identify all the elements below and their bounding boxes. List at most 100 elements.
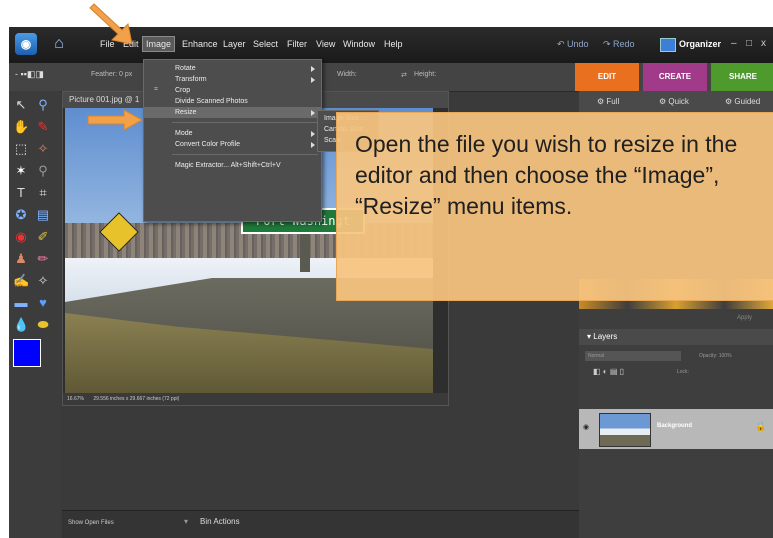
sign-post <box>300 232 310 272</box>
layer-action-icons[interactable]: ◧ ◐ ▤ ▯ <box>593 367 624 376</box>
organizer-icon <box>660 37 676 52</box>
bin-actions-button[interactable]: Bin Actions <box>200 517 240 526</box>
crop-label: Crop <box>175 87 191 94</box>
tab-share[interactable]: SHARE <box>711 63 773 91</box>
crop-icon: ⌗ <box>154 86 158 93</box>
brush-tool-icon[interactable]: ✍ <box>13 273 29 289</box>
minimize-button[interactable]: – <box>731 38 737 49</box>
close-button[interactable]: x <box>761 38 766 49</box>
clone-stamp-icon[interactable]: ♟ <box>13 251 29 267</box>
zoom-level: 16.67% <box>67 396 84 402</box>
home-icon[interactable]: ⌂ <box>49 34 69 54</box>
undo-label: Undo <box>567 39 589 49</box>
tool-options-bar: - ▪▪◧◨ Feather: 0 px Width: ⇄ Height: ED… <box>9 63 773 92</box>
organizer-button[interactable]: Organizer <box>656 34 725 54</box>
eyedropper-icon[interactable]: ✎ <box>35 119 51 135</box>
quick-selection-icon[interactable]: ⚲ <box>35 163 51 179</box>
quick-edit-button[interactable]: ⚙ Quick <box>659 97 689 106</box>
menu-separator <box>172 122 318 123</box>
menu-help[interactable]: Help <box>381 37 406 51</box>
type-tool-icon[interactable]: T <box>13 185 29 201</box>
marquee-tool-icon[interactable]: ⬚ <box>13 141 29 157</box>
tab-edit[interactable]: EDIT <box>575 63 639 91</box>
layer-row[interactable]: ◉ Background 🔒 <box>579 409 773 449</box>
submenu-arrow-icon <box>311 131 315 137</box>
swap-icon[interactable]: ⇄ <box>401 71 407 79</box>
crop-tool-icon[interactable]: ⌗ <box>35 185 51 201</box>
image-menu-dropdown: Rotate Transform Crop ⌗ Divide Scanned P… <box>143 59 322 222</box>
menu-layer[interactable]: Layer <box>220 37 249 51</box>
cookie-cutter-icon[interactable]: ✪ <box>13 207 29 223</box>
menu-enhance[interactable]: Enhance <box>179 37 221 51</box>
undo-button[interactable]: ↶ Undo <box>557 39 589 50</box>
callout-text: Open the file you wish to resize in the … <box>355 131 738 219</box>
move-tool-icon[interactable]: ↖ <box>13 97 29 113</box>
gradient-tool-icon[interactable]: ▬ <box>13 295 29 311</box>
menu-transform[interactable]: Transform <box>144 74 321 85</box>
feather-field[interactable]: Feather: 0 px <box>91 71 132 78</box>
hand-tool-icon[interactable]: ✋ <box>13 119 29 135</box>
healing-brush-icon[interactable]: ✐ <box>35 229 51 245</box>
menu-filter[interactable]: Filter <box>284 37 310 51</box>
foreground-color-swatch[interactable] <box>13 339 41 367</box>
doc-size-info[interactable]: 29.556 inches x 29.667 inches (72 ppi) <box>93 396 179 402</box>
lock-icon: 🔒 <box>755 421 767 431</box>
magic-wand-icon[interactable]: ✶ <box>13 163 29 179</box>
menu-convert-color-profile[interactable]: Convert Color Profile <box>144 139 321 150</box>
smart-brush-icon[interactable]: ✧ <box>35 273 51 289</box>
blend-mode-select[interactable]: Normal <box>585 351 681 361</box>
lock-label: Lock: <box>677 369 689 375</box>
menu-crop[interactable]: Crop <box>144 85 321 96</box>
arrow-to-resize-icon <box>87 109 144 131</box>
layers-title: Layers <box>593 332 618 341</box>
menu-rotate[interactable]: Rotate <box>144 63 321 74</box>
guided-label: Guided <box>734 97 761 106</box>
width-label: Width: <box>337 71 357 78</box>
guided-edit-button[interactable]: ⚙ Guided <box>725 97 760 106</box>
layer-thumbnail <box>599 413 651 447</box>
zoom-tool-icon[interactable]: ⚲ <box>35 97 51 113</box>
submenu-arrow-icon <box>311 142 315 148</box>
show-open-files-select[interactable]: Show Open Files <box>68 520 114 526</box>
apply-button[interactable]: Apply <box>737 315 752 321</box>
layer-name[interactable]: Background <box>657 423 692 429</box>
submenu-arrow-icon <box>311 110 315 116</box>
organizer-label: Organizer <box>679 39 722 49</box>
transform-label: Transform <box>175 76 207 83</box>
toolbox: ↖ ⚲ ✋ ✎ ⬚ ✧ ✶ ⚲ T ⌗ ✪ ▤ ◉ ✐ ♟ ✏ ✍ ✧ ▬ ♥ … <box>9 91 61 538</box>
shape-tool-icon[interactable]: ♥ <box>35 295 51 311</box>
height-label: Height: <box>414 71 437 78</box>
menu-select[interactable]: Select <box>250 37 281 51</box>
mode-label: Mode <box>175 130 193 137</box>
full-edit-button[interactable]: ⚙ Full <box>597 97 619 106</box>
dropdown-arrow-icon[interactable]: ▾ <box>184 517 188 526</box>
quick-label: Quick <box>668 97 689 106</box>
convert-label: Convert Color Profile <box>175 141 240 148</box>
straighten-tool-icon[interactable]: ▤ <box>35 207 51 223</box>
menu-resize[interactable]: Resize <box>144 107 321 118</box>
menu-mode[interactable]: Mode <box>144 128 321 139</box>
menu-window[interactable]: Window <box>340 37 378 51</box>
app-logo-icon[interactable]: ◉ <box>15 33 37 55</box>
blur-tool-icon[interactable]: 💧 <box>13 317 29 333</box>
sponge-tool-icon[interactable]: ⬬ <box>35 317 51 333</box>
layers-header[interactable]: ▾ Layers <box>579 329 773 345</box>
rotate-label: Rotate <box>175 65 196 72</box>
arrow-to-image-menu-icon <box>89 3 133 45</box>
restore-button[interactable]: □ <box>746 38 752 49</box>
menu-separator <box>172 154 318 155</box>
selection-mode-icons[interactable]: - ▪▪◧◨ <box>15 69 44 80</box>
eraser-icon[interactable]: ✏ <box>35 251 51 267</box>
submenu-arrow-icon <box>311 77 315 83</box>
opacity-field[interactable]: Opacity: 100% <box>699 353 732 359</box>
menu-magic-extractor[interactable]: Magic Extractor... Alt+Shift+Ctrl+V <box>144 160 321 171</box>
menu-view[interactable]: View <box>313 37 338 51</box>
eye-icon[interactable]: ◉ <box>583 423 589 431</box>
menu-divide-scanned[interactable]: Divide Scanned Photos <box>144 96 321 107</box>
red-eye-icon[interactable]: ◉ <box>13 229 29 245</box>
lasso-tool-icon[interactable]: ✧ <box>35 141 51 157</box>
redo-button[interactable]: ↷ Redo <box>603 39 635 50</box>
tab-create[interactable]: CREATE <box>643 63 707 91</box>
project-bin-bar: Show Open Files ▾ Bin Actions <box>62 510 579 538</box>
menu-image[interactable]: Image <box>142 36 176 52</box>
